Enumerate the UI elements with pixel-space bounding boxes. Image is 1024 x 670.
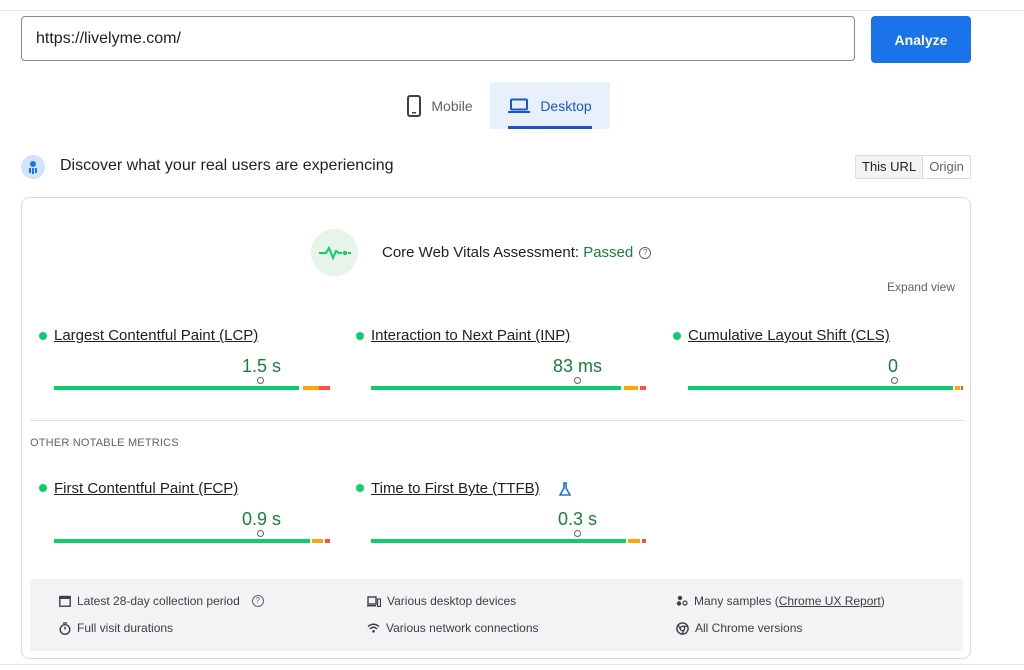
metric-inp-name[interactable]: Interaction to Next Paint (INP) [371,327,570,344]
expand-view-link[interactable]: Expand view [887,280,955,294]
distribution-bar-ttfb [371,539,646,543]
status-dot-lcp [39,332,47,340]
footer-devices-label: Various desktop devices [387,594,517,608]
percentile-marker-cls [891,377,898,384]
chrome-ux-report-link[interactable]: Chrome UX Report [779,594,881,608]
toggle-origin[interactable]: Origin [923,156,970,178]
cwv-assessment: Core Web Vitals Assessment: Passed? [382,244,652,261]
help-icon[interactable]: ? [251,595,264,607]
section-divider [30,420,963,421]
metric-lcp-name[interactable]: Largest Contentful Paint (LCP) [54,327,258,344]
laptop-icon [508,98,531,113]
tab-active-indicator [508,126,592,129]
vitals-pulse-icon [311,229,358,276]
cwv-status: Passed [583,244,634,261]
metric-fcp-value: 0.9 s [242,509,282,529]
footer-period-label: Latest 28-day collection period [77,594,240,608]
footer-durations: Full visit durations [59,621,173,635]
metric-inp-value: 83 ms [553,356,603,376]
status-dot-inp [356,332,364,340]
tab-mobile[interactable]: Mobile [390,82,490,129]
stopwatch-icon [59,621,71,635]
tab-mobile-label: Mobile [431,97,473,114]
footer-durations-label: Full visit durations [77,621,174,635]
distribution-bar-cls [688,386,963,390]
samples-icon [676,595,688,606]
distribution-bar-lcp [54,386,330,390]
footer-connections: Various network connections [367,621,539,635]
phone-icon [407,94,422,117]
bottom-divider [0,664,1024,665]
footer-devices: Various desktop devices [367,594,516,608]
status-dot-cls [673,332,681,340]
chrome-icon [676,621,689,635]
footer-samples-suffix: ) [880,594,885,608]
crux-title: Discover what your real users are experi… [60,157,394,174]
analyze-button[interactable]: Analyze [871,16,971,63]
footer-versions: All Chrome versions [676,621,802,635]
metric-ttfb-value: 0.3 s [558,509,598,529]
collection-info-footer [30,579,963,651]
help-icon[interactable]: ? [639,247,652,260]
top-divider [0,10,1024,11]
percentile-marker-ttfb [574,530,581,537]
other-metrics-heading: OTHER NOTABLE METRICS [30,437,179,449]
url-origin-toggle: This URL Origin [855,155,971,179]
url-input[interactable] [21,16,855,61]
tab-desktop-label: Desktop [540,97,592,114]
distribution-bar-fcp [54,539,330,543]
flask-icon [559,482,571,496]
users-icon [21,155,45,179]
devices-icon [367,595,381,607]
metric-cls-value: 0 [888,356,899,376]
status-dot-fcp [39,484,47,492]
metric-lcp-value: 1.5 s [242,356,282,376]
distribution-bar-inp [371,386,646,390]
footer-samples: Many samples (Chrome UX Report) [676,594,885,608]
footer-connections-label: Various network connections [386,621,539,635]
wifi-icon [367,623,380,633]
metric-cls-name[interactable]: Cumulative Layout Shift (CLS) [688,327,890,344]
metric-ttfb-name[interactable]: Time to First Byte (TTFB) [371,480,540,497]
percentile-marker-inp [574,377,581,384]
percentile-marker-fcp [257,530,264,537]
cwv-assessment-label: Core Web Vitals Assessment: [382,244,584,261]
footer-versions-label: All Chrome versions [695,621,803,635]
status-dot-ttfb [356,484,364,492]
toggle-this-url[interactable]: This URL [856,156,924,178]
metric-fcp-name[interactable]: First Contentful Paint (FCP) [54,480,238,497]
tab-desktop[interactable]: Desktop [490,82,610,129]
calendar-icon [59,595,71,607]
percentile-marker-lcp [257,377,264,384]
footer-samples-prefix: Many samples ( [694,594,779,608]
footer-period: Latest 28-day collection period ? [59,594,264,608]
